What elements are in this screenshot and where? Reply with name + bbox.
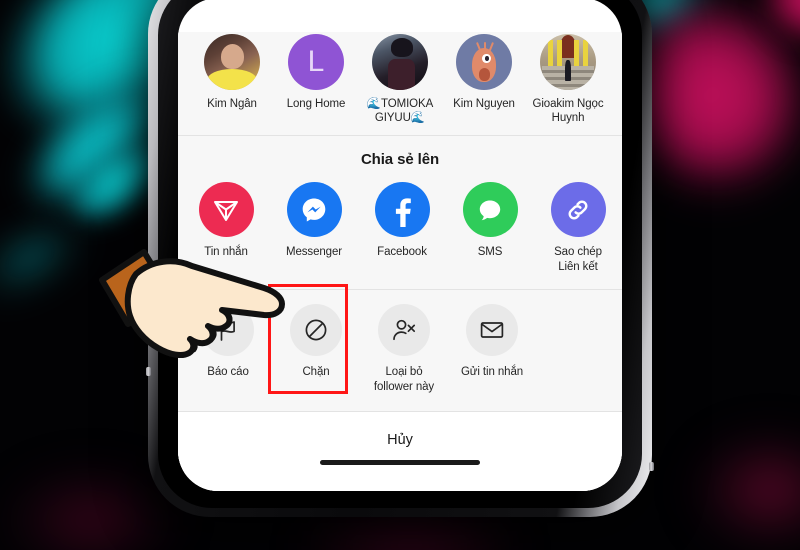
avatar bbox=[456, 33, 512, 90]
cancel-section[interactable]: Hủy bbox=[178, 412, 622, 491]
facebook-icon bbox=[374, 182, 430, 238]
contact-item[interactable]: Kim Nguyen bbox=[444, 33, 524, 126]
phone-side-button bbox=[649, 462, 654, 471]
background-glow-magenta bbox=[765, 0, 800, 40]
screenshot-stage: Kim Ngân L Long Home 🌊TOMIOKA GIYUU🌊 Kim… bbox=[0, 0, 800, 550]
background-glow-teal bbox=[0, 202, 97, 314]
share-target-copy-link[interactable]: Sao chép Liên kết bbox=[546, 182, 610, 275]
report-flag-icon bbox=[202, 304, 254, 357]
action-remove-follower[interactable]: Loại bỏ follower này bbox=[370, 304, 438, 395]
share-target-label: SMS bbox=[477, 246, 503, 259]
contact-name: 🌊TOMIOKA GIYUU🌊 bbox=[366, 97, 434, 124]
avatar-initial: L bbox=[307, 44, 325, 78]
block-circle-icon bbox=[290, 304, 342, 357]
sms-bubble-icon bbox=[462, 182, 518, 238]
share-section-title: Chia sẻ lên bbox=[360, 151, 440, 169]
cancel-button[interactable]: Hủy bbox=[178, 432, 622, 448]
messenger-icon bbox=[286, 182, 342, 238]
avatar bbox=[372, 33, 428, 90]
remove-follower-icon bbox=[378, 304, 430, 357]
action-label: Chặn bbox=[302, 366, 330, 379]
envelope-icon bbox=[466, 304, 518, 357]
contact-name: Gioakim Ngọc Huynh bbox=[532, 97, 604, 124]
background-glow-magenta bbox=[690, 430, 800, 550]
contact-name: Long Home bbox=[286, 97, 346, 110]
actions-row: Báo cáo Chặn Loại bỏ follower này Gửi ti… bbox=[178, 290, 622, 411]
phone-device: Kim Ngân L Long Home 🌊TOMIOKA GIYUU🌊 Kim… bbox=[146, 0, 654, 517]
action-label: Loại bỏ follower này bbox=[373, 366, 435, 394]
avatar bbox=[204, 33, 260, 90]
avatar bbox=[540, 33, 596, 90]
contact-name: Kim Nguyen bbox=[453, 97, 515, 110]
share-target-direct[interactable]: Tin nhắn bbox=[194, 182, 258, 275]
phone-screen: Kim Ngân L Long Home 🌊TOMIOKA GIYUU🌊 Kim… bbox=[178, 0, 622, 491]
share-target-label: Messenger bbox=[286, 246, 342, 259]
phone-side-button bbox=[146, 367, 151, 376]
action-label: Báo cáo bbox=[207, 366, 249, 379]
share-target-label: Facebook bbox=[377, 246, 427, 259]
avatar: L bbox=[288, 33, 344, 90]
share-target-label: Tin nhắn bbox=[204, 246, 248, 259]
contact-item[interactable]: 🌊TOMIOKA GIYUU🌊 bbox=[360, 33, 440, 126]
share-target-label: Sao chép Liên kết bbox=[554, 246, 602, 274]
share-sheet: Kim Ngân L Long Home 🌊TOMIOKA GIYUU🌊 Kim… bbox=[178, 31, 622, 491]
share-targets-row[interactable]: Tin nhắn Messenger Facebook SMS Sao chép… bbox=[178, 182, 622, 289]
share-target-messenger[interactable]: Messenger bbox=[282, 182, 346, 275]
contact-name: Kim Ngân bbox=[207, 97, 257, 110]
direct-message-icon bbox=[198, 182, 254, 238]
action-send-message[interactable]: Gửi tin nhắn bbox=[458, 304, 526, 395]
share-target-sms[interactable]: SMS bbox=[458, 182, 522, 275]
action-report[interactable]: Báo cáo bbox=[194, 304, 262, 395]
action-block[interactable]: Chặn bbox=[282, 304, 350, 395]
contact-item[interactable]: L Long Home bbox=[276, 33, 356, 126]
contact-item[interactable]: Gioakim Ngọc Huynh bbox=[528, 33, 608, 126]
link-chain-icon bbox=[550, 182, 606, 238]
contact-item[interactable]: Kim Ngân bbox=[192, 33, 272, 126]
contacts-row: Kim Ngân L Long Home 🌊TOMIOKA GIYUU🌊 Kim… bbox=[178, 31, 622, 136]
share-target-facebook[interactable]: Facebook bbox=[370, 182, 434, 275]
action-label: Gửi tin nhắn bbox=[460, 366, 524, 379]
home-indicator[interactable] bbox=[320, 460, 480, 465]
